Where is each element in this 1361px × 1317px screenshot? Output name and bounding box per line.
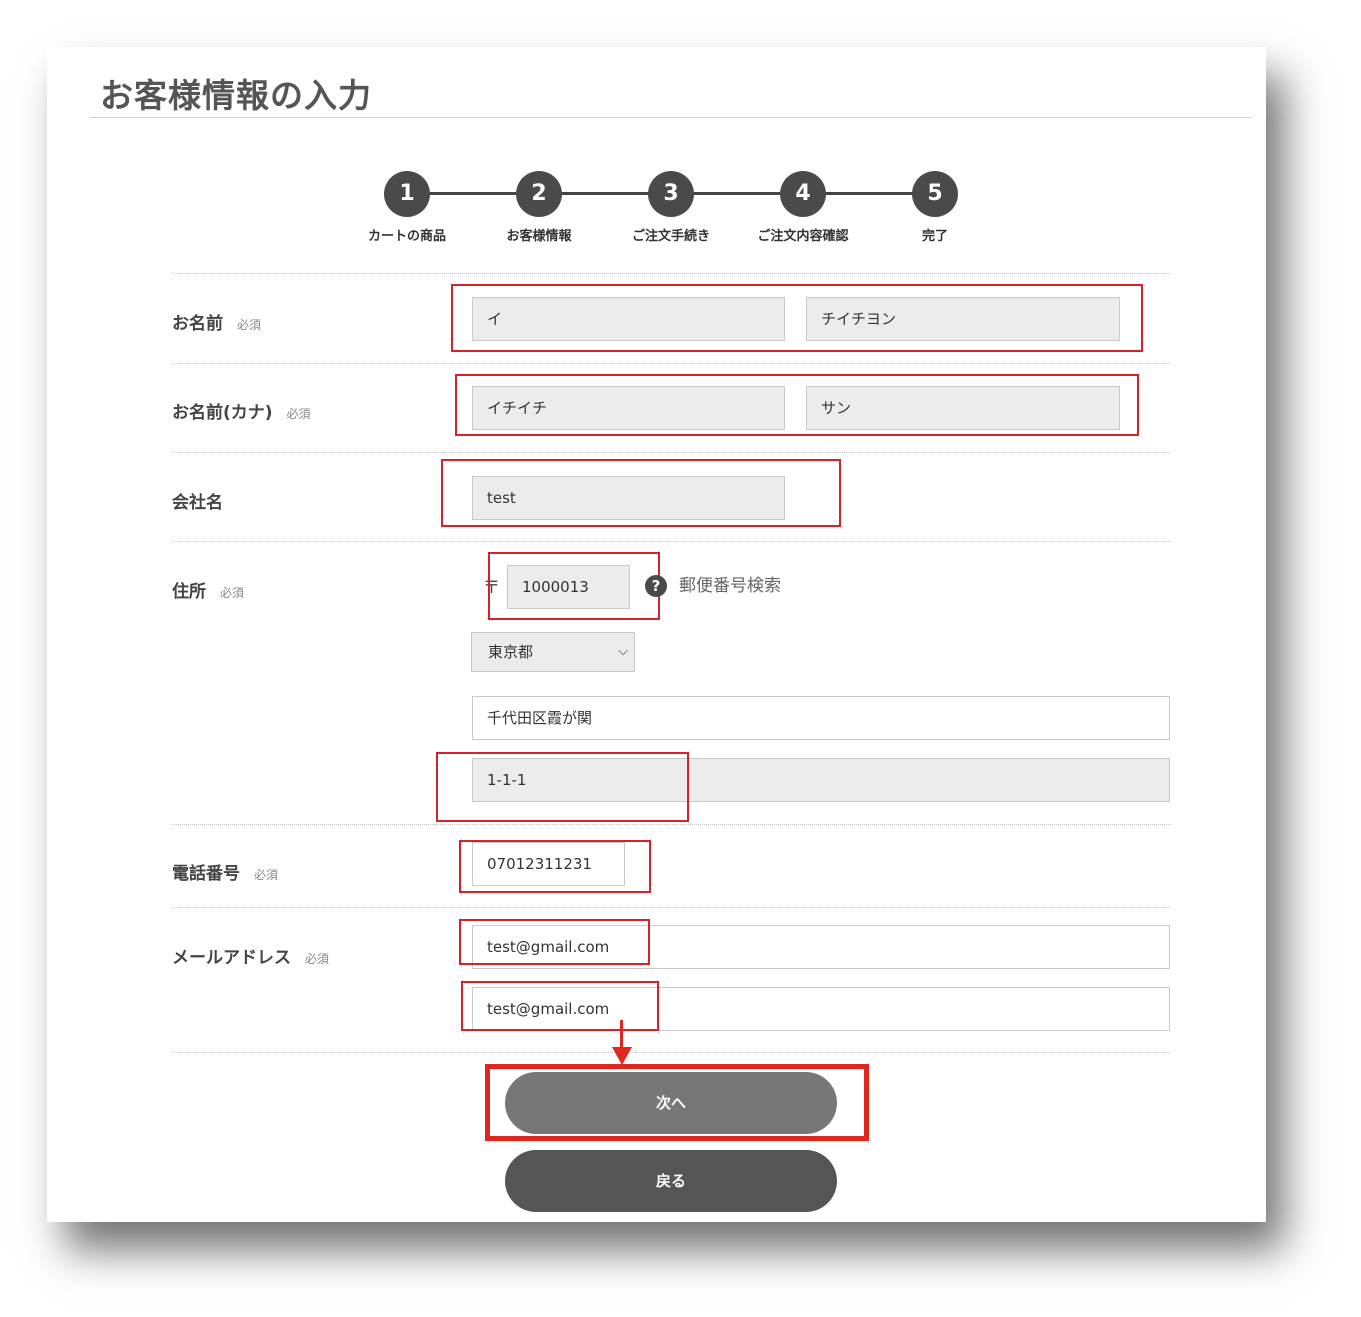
step-label: ご注文内容確認 <box>757 229 849 244</box>
required-badge: 必須 <box>220 586 245 600</box>
highlight-box-street <box>436 752 689 822</box>
step-number: 2 <box>516 171 562 217</box>
help-icon[interactable]: ? <box>645 575 667 597</box>
step-number: 4 <box>780 171 826 217</box>
row-divider <box>172 273 1171 274</box>
address-label: 住所 必須 <box>172 577 244 602</box>
highlight-box-email-confirm <box>461 981 659 1031</box>
step-4: 4 ご注文内容確認 <box>743 171 863 244</box>
step-label: カートの商品 <box>367 229 446 244</box>
highlight-box-company <box>441 459 841 527</box>
highlight-box-email <box>459 919 650 965</box>
row-divider <box>172 452 1171 453</box>
arrow-down-icon <box>612 1047 632 1065</box>
name-kana-label: お名前(カナ) 必須 <box>172 398 311 423</box>
highlight-box-postal <box>488 552 660 620</box>
step-label: お客様情報 <box>506 229 572 244</box>
address-label-text: 住所 <box>172 582 206 602</box>
step-label: 完了 <box>921 229 948 244</box>
row-divider <box>172 1052 1171 1053</box>
step-1: 1 カートの商品 <box>347 171 467 244</box>
name-kana-label-text: お名前(カナ) <box>172 403 273 423</box>
email-label-text: メールアドレス <box>172 948 291 968</box>
checkout-page: お客様情報の入力 1 カートの商品 2 お客様情報 3 ご注文手続き 4 ご注文… <box>47 47 1266 1222</box>
postal-search-link[interactable]: 郵便番号検索 <box>679 571 781 596</box>
required-badge: 必須 <box>254 868 279 882</box>
title-divider <box>90 117 1252 118</box>
row-divider <box>172 541 1171 542</box>
step-5: 5 完了 <box>875 171 995 244</box>
highlight-box-next <box>485 1064 869 1141</box>
page-title: お客様情報の入力 <box>100 76 372 115</box>
name-label: お名前 必須 <box>172 309 261 334</box>
company-label: 会社名 <box>172 493 223 513</box>
highlight-box-name-kana <box>455 374 1139 436</box>
row-divider <box>172 907 1171 908</box>
city-input[interactable]: 千代田区霞が関 <box>472 696 1170 740</box>
row-divider <box>172 363 1171 364</box>
step-number: 1 <box>384 171 430 217</box>
required-badge: 必須 <box>286 407 311 421</box>
phone-label-text: 電話番号 <box>172 864 240 884</box>
highlight-box-phone <box>459 840 651 893</box>
email-label: メールアドレス 必須 <box>172 943 329 968</box>
step-number: 5 <box>912 171 958 217</box>
step-number: 3 <box>648 171 694 217</box>
row-divider <box>172 824 1171 825</box>
required-badge: 必須 <box>237 318 262 332</box>
step-3: 3 ご注文手続き <box>611 171 731 244</box>
prefecture-select[interactable]: 東京都 ⌵ <box>471 632 635 672</box>
step-2: 2 お客様情報 <box>479 171 599 244</box>
step-label: ご注文手続き <box>631 229 710 244</box>
highlight-box-name <box>451 284 1143 352</box>
chevron-down-icon: ⌵ <box>618 644 628 659</box>
phone-label: 電話番号 必須 <box>172 859 278 884</box>
back-button[interactable]: 戻る <box>505 1150 837 1212</box>
prefecture-value: 東京都 <box>488 643 534 661</box>
required-badge: 必須 <box>305 952 330 966</box>
name-label-text: お名前 <box>172 314 223 334</box>
